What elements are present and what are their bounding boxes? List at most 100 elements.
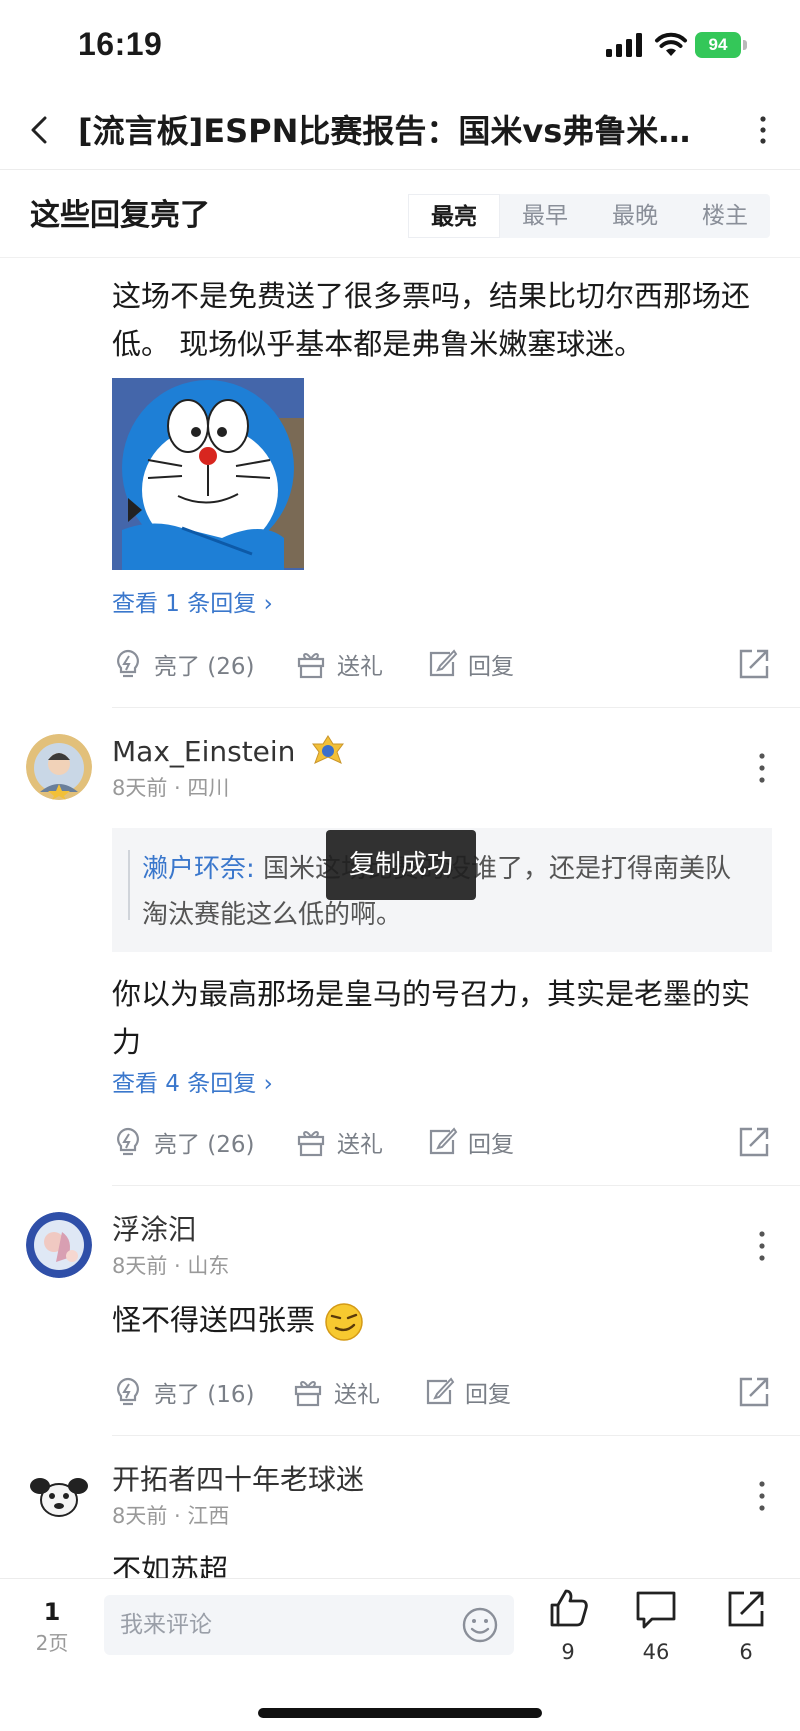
reply-text: 怪不得送四张票 <box>112 1296 772 1344</box>
reply-button[interactable]: 回复 <box>423 1370 511 1414</box>
status-time: 16:19 <box>78 26 163 62</box>
reply-more-icon[interactable] <box>756 750 768 786</box>
thumbs-up-icon <box>550 1589 588 1627</box>
comments-button[interactable]: 46 <box>626 1587 686 1677</box>
edit-reply-icon <box>429 649 458 677</box>
gift-button[interactable]: 送礼 <box>295 642 383 686</box>
lightbulb-icon <box>117 1377 139 1406</box>
gift-icon <box>297 653 325 679</box>
comment-placeholder: 我来评论 <box>120 1612 212 1638</box>
smirk-emoji-icon <box>325 1303 363 1341</box>
reply-more-icon[interactable] <box>756 1228 768 1264</box>
cellular-signal-icon <box>606 33 642 57</box>
reply-button[interactable]: 回复 <box>426 642 514 686</box>
emoji-icon[interactable] <box>460 1605 500 1645</box>
tab-latest[interactable]: 最晚 <box>590 194 680 238</box>
quote-bar <box>128 850 130 920</box>
reply-meta: 8天前 · 山东 <box>112 1254 230 1278</box>
doraemon-sticker-image[interactable] <box>112 378 304 570</box>
light-count: 亮了 (26) <box>154 654 255 680</box>
reply-text: 你以为最高那场是皇马的号召力，其实是老墨的实力 <box>112 977 751 1059</box>
avatar[interactable] <box>26 734 92 800</box>
edit-reply-icon <box>426 1377 455 1405</box>
battery-tip <box>743 40 747 50</box>
more-options-icon[interactable] <box>748 108 778 152</box>
reply-meta: 8天前 · 江西 <box>112 1504 230 1528</box>
page-current[interactable]: 1 <box>30 1595 74 1629</box>
nav-bar: [流言板]ESPN比赛报告：国米vs弗鲁米嫩塞，国米1-0获胜，现场观众人数 <box>0 92 800 170</box>
light-count: 亮了 (26) <box>154 1132 255 1158</box>
quote-author[interactable]: 濑户环奈: <box>142 854 263 884</box>
edit-reply-icon <box>429 1127 458 1155</box>
gift-icon <box>297 1131 325 1157</box>
light-button[interactable]: 亮了 (16) <box>112 1370 255 1414</box>
view-replies-link[interactable]: 查看 1 条回复 › <box>112 588 273 620</box>
lightbulb-icon <box>117 1127 139 1156</box>
reply-actions: 亮了 (26) 送礼 回复 <box>112 642 772 686</box>
author-name-text: Max_Einstein <box>112 735 296 768</box>
reply-text: 这场不是免费送了很多票吗，结果比切尔西那场还低。 现场似乎基本都是弗鲁米嫩塞球迷… <box>112 279 751 361</box>
reply-label: 回复 <box>468 654 514 680</box>
gift-button[interactable]: 送礼 <box>292 1370 380 1414</box>
gift-label: 送礼 <box>334 1382 380 1408</box>
view-replies-label: 查看 1 条回复 <box>112 591 257 617</box>
like-count: 9 <box>561 1640 575 1664</box>
battery-indicator: 94 <box>695 32 747 58</box>
back-arrow-icon[interactable] <box>20 110 60 150</box>
light-button[interactable]: 亮了 (26) <box>112 1120 255 1164</box>
gift-label: 送礼 <box>337 1132 383 1158</box>
light-button[interactable]: 亮了 (26) <box>112 642 255 686</box>
reply-label: 回复 <box>465 1382 511 1408</box>
tab-brightest[interactable]: 最亮 <box>408 194 500 238</box>
reply-meta: 8天前 · 四川 <box>112 776 230 800</box>
comment-input[interactable]: 我来评论 <box>104 1595 514 1655</box>
view-replies-link[interactable]: 查看 4 条回复 › <box>112 1068 273 1100</box>
author-name[interactable]: 开拓者四十年老球迷 <box>112 1462 364 1498</box>
home-indicator <box>258 1708 542 1718</box>
page-title: [流言板]ESPN比赛报告：国米vs弗鲁米嫩塞，国米1-0获胜，现场观众人数 <box>78 112 718 150</box>
battery-level: 94 <box>695 32 741 58</box>
chevron-right-icon: › <box>263 591 273 617</box>
reply-text-content: 怪不得送四张票 <box>112 1303 316 1337</box>
gift-label: 送礼 <box>337 654 383 680</box>
light-count: 亮了 (16) <box>154 1382 255 1408</box>
avatar[interactable] <box>26 1212 92 1278</box>
reply-actions: 亮了 (26) 送礼 回复 <box>112 1120 772 1164</box>
page-total[interactable]: 2页 <box>30 1629 74 1657</box>
chevron-right-icon: › <box>263 1071 273 1097</box>
gift-button[interactable]: 送礼 <box>295 1120 383 1164</box>
app-root: 16:19 94 [流言板]ESPN比赛报告：国米vs弗鲁米嫩塞，国米1-0获胜… <box>0 0 800 1731</box>
star-badge-icon <box>312 735 345 764</box>
author-name[interactable]: 浮涂汩 <box>112 1212 196 1248</box>
share-count: 6 <box>739 1640 753 1664</box>
tab-op-only[interactable]: 楼主 <box>680 194 770 238</box>
reply-label: 回复 <box>468 1132 514 1158</box>
tab-earliest[interactable]: 最早 <box>500 194 590 238</box>
reply-item: 浮涂汩 8天前 · 山东 怪不得送四张票 亮了 (16) 送礼 回复 <box>0 1186 800 1436</box>
sort-tabs: 最亮 最早 最晚 楼主 <box>408 194 770 238</box>
lightbulb-icon <box>117 649 139 678</box>
avatar[interactable] <box>26 1462 92 1528</box>
reply-item: 开拓者四十年老球迷 8天前 · 江西 不如苏超 <box>0 1436 800 1578</box>
reply-item: Max_Einstein 8天前 · 四川 濑户环奈: 国米这场比赛的没谁了，还… <box>0 708 800 1186</box>
section-title: 这些回复亮了 <box>30 198 210 233</box>
status-bar: 16:19 94 <box>0 0 800 90</box>
reply-item: 这场不是免费送了很多票吗，结果比切尔西那场还低。 现场似乎基本都是弗鲁米嫩塞球迷… <box>0 258 800 708</box>
reply-feed: 这场不是免费送了很多票吗，结果比切尔西那场还低。 现场似乎基本都是弗鲁米嫩塞球迷… <box>0 258 800 1578</box>
hot-replies-header: 这些回复亮了 最亮 最早 最晚 楼主 <box>0 172 800 258</box>
like-button[interactable]: 9 <box>538 1587 598 1677</box>
reply-actions: 亮了 (16) 送礼 回复 <box>112 1370 772 1414</box>
reply-button[interactable]: 回复 <box>426 1120 514 1164</box>
view-replies-label: 查看 4 条回复 <box>112 1071 257 1097</box>
author-name[interactable]: Max_Einstein <box>112 734 346 771</box>
share-button[interactable]: 6 <box>716 1587 776 1677</box>
share-icon[interactable] <box>736 646 772 682</box>
comment-count: 46 <box>642 1640 670 1664</box>
gift-icon <box>294 1381 322 1407</box>
comment-bubble-icon <box>636 1591 676 1629</box>
reply-more-icon[interactable] <box>756 1478 768 1514</box>
reply-text: 不如苏超 <box>112 1553 229 1578</box>
wifi-icon <box>655 32 687 56</box>
share-icon[interactable] <box>736 1124 772 1160</box>
share-icon[interactable] <box>736 1374 772 1410</box>
